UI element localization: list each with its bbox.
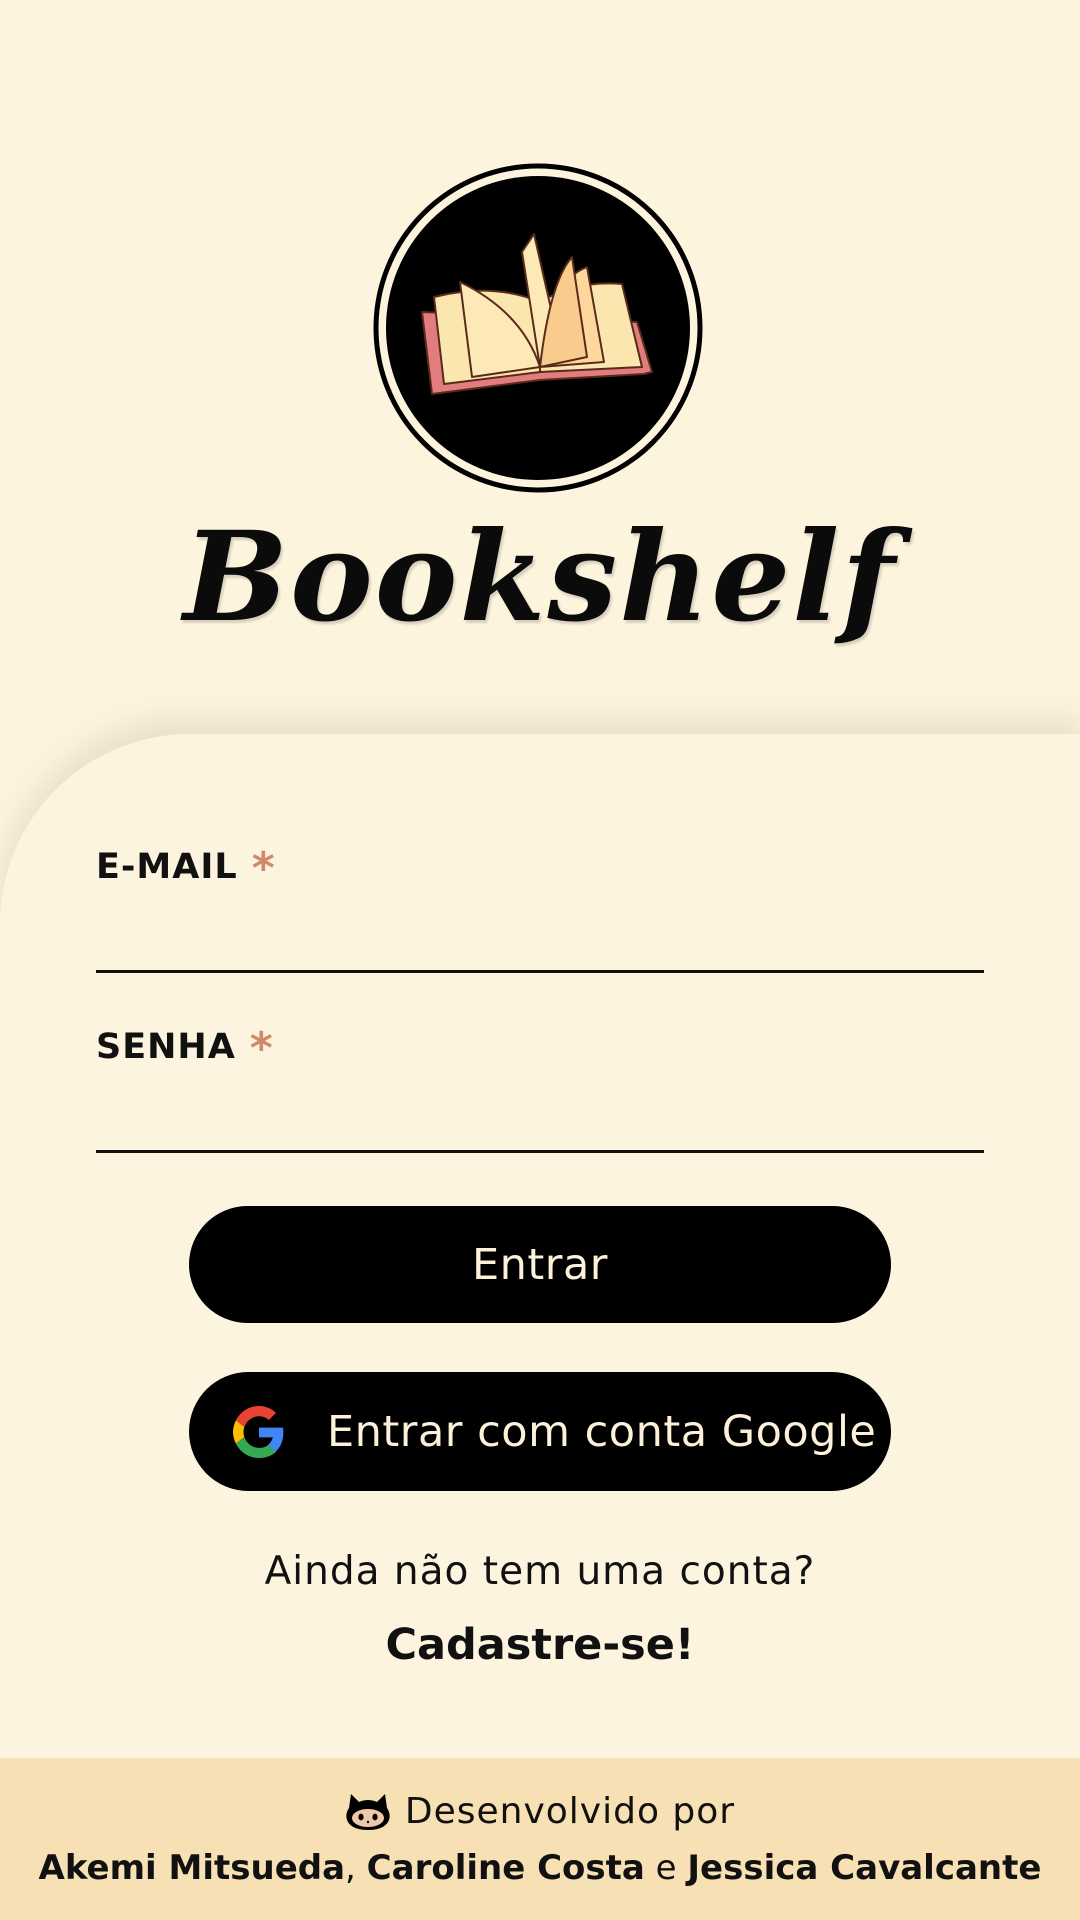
signup-link[interactable]: Cadastre-se!: [0, 1620, 1080, 1670]
authors-line: Akemi Mitsueda, Caroline Costa e Jessica…: [0, 1848, 1080, 1888]
google-button-label: Entrar com conta Google: [327, 1406, 877, 1457]
developed-by-text: Desenvolvido por: [404, 1790, 736, 1832]
brand-title: Bookshelf: [183, 505, 897, 650]
open-book-icon: [372, 162, 704, 494]
password-input[interactable]: [96, 1083, 984, 1153]
separator-text: ,: [345, 1848, 367, 1888]
google-g-icon: [233, 1405, 285, 1458]
signup-question: Ainda não tem uma conta?: [264, 1549, 816, 1594]
author-name[interactable]: Akemi Mitsueda: [39, 1848, 346, 1888]
google-login-button[interactable]: Entrar com conta Google: [189, 1372, 891, 1491]
password-field-group: SENHA *: [96, 1025, 984, 1153]
login-page: Bookshelf E-MAIL * SENHA * Entrar Entrar…: [0, 0, 1080, 1920]
email-label: E-MAIL: [96, 847, 238, 887]
login-button[interactable]: Entrar: [189, 1206, 891, 1323]
email-input[interactable]: [96, 903, 984, 973]
email-field-group: E-MAIL *: [96, 845, 984, 973]
required-marker: *: [251, 843, 276, 894]
footer-credit-line: Desenvolvido por: [0, 1790, 1080, 1832]
login-button-label: Entrar: [472, 1239, 608, 1290]
separator-text: e: [644, 1848, 688, 1888]
footer: Desenvolvido por Akemi Mitsueda, Carolin…: [0, 1758, 1080, 1920]
author-name[interactable]: Jessica Cavalcante: [687, 1848, 1041, 1888]
author-name[interactable]: Caroline Costa: [367, 1848, 645, 1888]
github-octocat-icon[interactable]: [345, 1790, 391, 1832]
password-label: SENHA: [96, 1027, 236, 1067]
required-marker: *: [249, 1023, 274, 1074]
